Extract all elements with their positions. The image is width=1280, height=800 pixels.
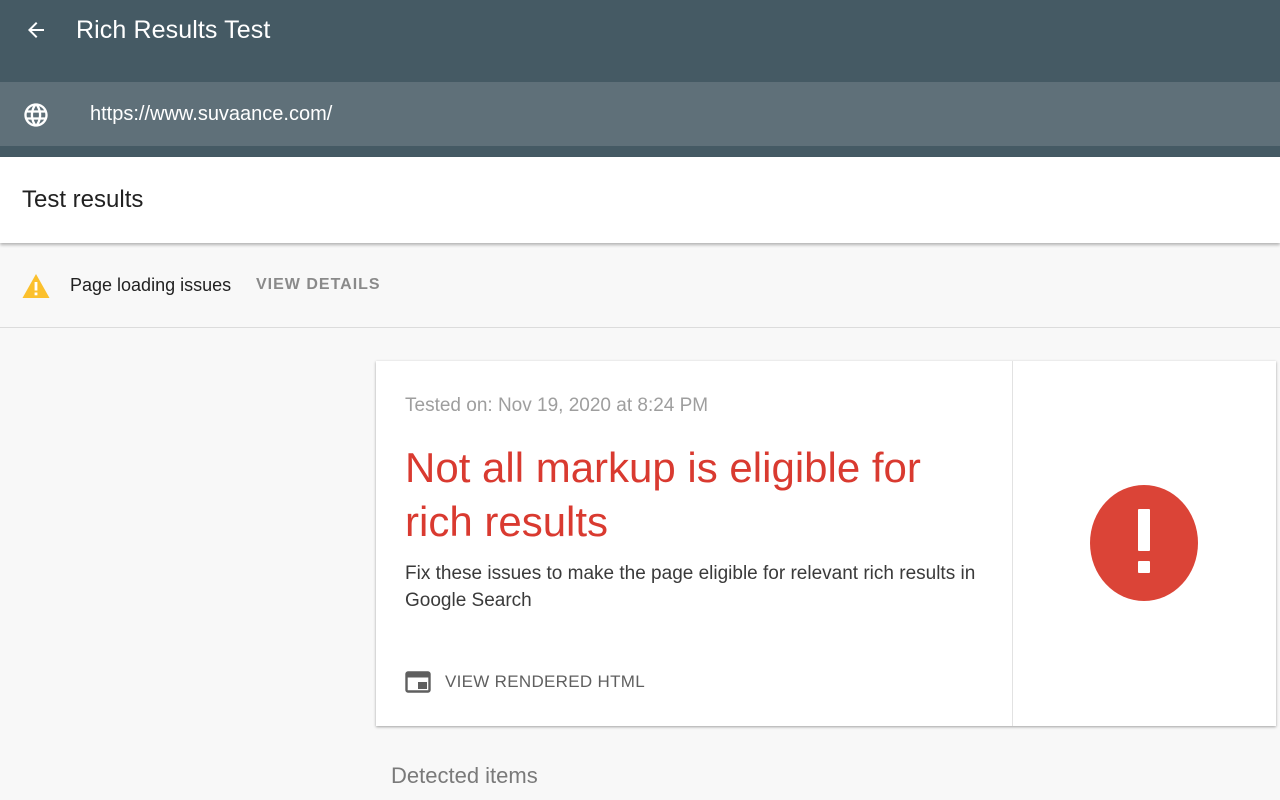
view-details-button[interactable]: VIEW DETAILS [256, 274, 381, 296]
view-rendered-html-label: VIEW RENDERED HTML [445, 672, 645, 691]
error-exclamation-icon [1090, 485, 1198, 601]
tested-on-timestamp: Tested on: Nov 19, 2020 at 8:24 PM [405, 395, 709, 416]
warning-icon [22, 274, 50, 298]
result-headline: Not all markup is eligible for rich resu… [405, 444, 921, 545]
detected-items-heading: Detected items [391, 763, 538, 788]
results-header: Test results [0, 157, 1280, 243]
page-loading-issues-banner: Page loading issues VIEW DETAILS [0, 246, 1280, 328]
back-button[interactable] [18, 12, 54, 48]
app-bar: Rich Results Test https://www.suvaance.c… [0, 0, 1280, 157]
browser-window-icon [405, 671, 431, 693]
url-bar[interactable]: https://www.suvaance.com/ [0, 82, 1280, 146]
view-rendered-html-button[interactable]: VIEW RENDERED HTML [405, 667, 645, 697]
result-summary: Tested on: Nov 19, 2020 at 8:24 PM Not a… [376, 361, 1013, 726]
globe-icon [24, 103, 48, 127]
app-title: Rich Results Test [76, 16, 271, 44]
url-text[interactable]: https://www.suvaance.com/ [90, 102, 332, 126]
issue-label: Page loading issues [70, 275, 232, 295]
result-card: Tested on: Nov 19, 2020 at 8:24 PM Not a… [376, 361, 1276, 726]
result-description: Fix these issues to make the page eligib… [405, 563, 976, 611]
results-title: Test results [22, 186, 144, 213]
arrow-back-icon [28, 22, 44, 38]
